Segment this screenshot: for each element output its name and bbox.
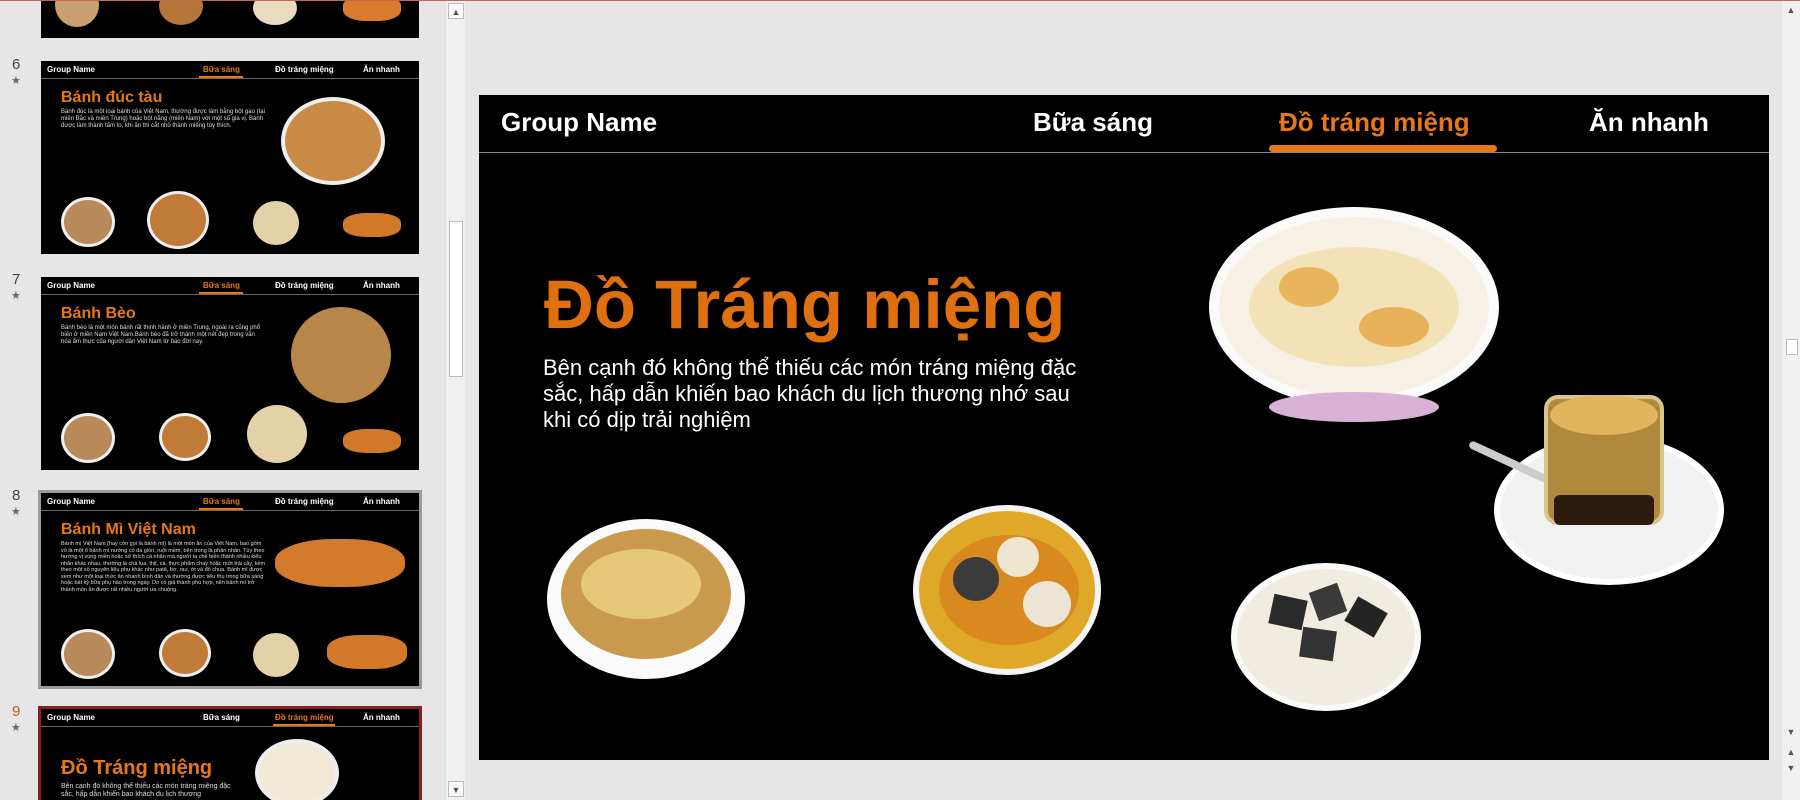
lotus-seed-dessert-image (547, 519, 745, 689)
egg-coffee-image (1464, 395, 1734, 595)
slide-number: 9 (12, 703, 21, 720)
group-name: Group Name (501, 107, 658, 137)
animation-star-icon: ★ (11, 290, 21, 302)
thumbnail-slide-7[interactable]: Group Name Bữa sáng Đồ tráng miệng Ăn nh… (41, 277, 419, 470)
nav-dessert: Đồ tráng miệng (275, 281, 334, 290)
main-scrollbar[interactable]: ▲ ▼ ▲ ▼ (1782, 1, 1800, 800)
food-image (343, 429, 401, 453)
thumbnail-body: Bánh đúc là một loại bánh của Việt Nam, … (61, 109, 265, 129)
thumbnail-slide-6[interactable]: Group Name Bữa sáng Đồ tráng miệng Ăn nh… (41, 61, 419, 254)
slide-nav-bar: Group Name Bữa sáng Đồ tráng miệng Ăn nh… (479, 95, 1769, 153)
thumbnail-title: Bánh đúc tàu (61, 89, 163, 106)
scroll-up-icon[interactable]: ▲ (448, 3, 464, 19)
food-image (253, 633, 299, 677)
food-image (255, 739, 339, 800)
slide-number: 7 (12, 271, 21, 288)
nav-dessert: Đồ tráng miệng (275, 497, 334, 506)
slide-number: 8 (12, 487, 21, 504)
thumbnail-slide-8[interactable]: Group Name Bữa sáng Đồ tráng miệng Ăn nh… (38, 490, 422, 689)
thumbnail-title: Đồ Tráng miệng (61, 757, 213, 779)
next-slide-icon[interactable]: ▼ (1784, 761, 1798, 775)
thumbnail-nav: Group Name Bữa sáng Đồ tráng miệng Ăn nh… (41, 61, 419, 79)
scroll-thumb[interactable] (1786, 339, 1798, 355)
scroll-down-icon[interactable]: ▼ (1784, 725, 1798, 739)
animation-star-icon: ★ (11, 75, 21, 87)
nav-fastfood: Ăn nhanh (363, 713, 400, 722)
nav-fastfood: Ăn nhanh (1589, 107, 1709, 137)
scroll-up-icon[interactable]: ▲ (1784, 3, 1798, 17)
thumbnail-nav: Group Name Bữa sáng Đồ tráng miệng Ăn nh… (41, 493, 419, 511)
nav-breakfast: Bữa sáng (203, 497, 240, 506)
thumbnail-slide-9[interactable]: Group Name Bữa sáng Đồ tráng miệng Ăn nh… (38, 706, 422, 800)
food-image (147, 191, 209, 249)
food-image (159, 1, 203, 25)
group-name: Group Name (47, 497, 96, 506)
nav-fastfood: Ăn nhanh (363, 281, 400, 290)
thumbnail-body: Bên cạnh đó không thể thiếu các món trán… (61, 783, 231, 798)
tofu-pudding-image (1209, 207, 1499, 429)
thumbnail-title: Bánh Bèo (61, 305, 136, 322)
food-image (275, 539, 405, 587)
nav-breakfast: Bữa sáng (203, 281, 240, 290)
nav-dessert: Đồ tráng miệng (275, 713, 334, 722)
thumbnail-body: Bánh mì Việt Nam (hay còn gọi là bánh mì… (61, 541, 266, 593)
food-image (55, 1, 99, 27)
food-image (291, 307, 391, 403)
group-name: Group Name (47, 713, 96, 722)
thumbnail-scrollbar[interactable]: ▲ ▼ (445, 1, 465, 800)
slide-canvas[interactable]: Group Name Bữa sáng Đồ tráng miệng Ăn nh… (479, 95, 1769, 760)
food-image (159, 413, 211, 461)
sesame-ball-dessert-image (913, 505, 1101, 675)
nav-fastfood: Ăn nhanh (363, 497, 400, 506)
nav-underline (199, 292, 243, 294)
food-image (159, 629, 211, 677)
food-image (343, 213, 401, 237)
scroll-down-icon[interactable]: ▼ (448, 781, 464, 797)
food-image (253, 201, 299, 245)
nav-breakfast: Bữa sáng (1033, 107, 1153, 137)
food-image (61, 413, 115, 463)
slide-thumbnail-pane[interactable]: 6 ★ Group Name Bữa sáng Đồ tráng miệng Ă… (0, 1, 445, 800)
scroll-thumb[interactable] (449, 221, 463, 377)
animation-star-icon: ★ (11, 722, 21, 734)
nav-dessert: Đồ tráng miệng (1279, 107, 1470, 137)
nav-breakfast: Bữa sáng (203, 65, 240, 74)
grass-jelly-dessert-image (1231, 563, 1421, 711)
animation-star-icon: ★ (11, 506, 21, 518)
slide-number: 6 (12, 56, 21, 73)
food-image (327, 635, 407, 669)
nav-underline (199, 508, 243, 510)
nav-underline (273, 724, 335, 726)
food-image (61, 197, 115, 247)
food-image (253, 1, 297, 25)
thumbnail-nav: Group Name Bữa sáng Đồ tráng miệng Ăn nh… (41, 277, 419, 295)
group-name: Group Name (47, 65, 96, 74)
group-name: Group Name (47, 281, 96, 290)
food-image (281, 97, 385, 185)
slide-subtitle: Bên cạnh đó không thể thiếu các món trán… (543, 355, 1077, 432)
thumbnail-nav: Group Name Bữa sáng Đồ tráng miệng Ăn nh… (41, 709, 419, 727)
thumbnail-slide-5[interactable] (41, 1, 419, 38)
nav-breakfast: Bữa sáng (203, 713, 240, 722)
nav-dessert: Đồ tráng miệng (275, 65, 334, 74)
nav-underline (199, 76, 243, 78)
food-image (61, 629, 115, 679)
food-image (343, 1, 401, 21)
previous-slide-icon[interactable]: ▲ (1784, 745, 1798, 759)
nav-fastfood: Ăn nhanh (363, 65, 400, 74)
slide-title: Đồ Tráng miệng (544, 266, 1066, 343)
thumbnail-title: Bánh Mì Việt Nam (61, 521, 196, 538)
thumbnail-body: Bánh bèo là một món bánh rất thịnh hành … (61, 325, 261, 345)
nav-active-underline (1269, 145, 1497, 152)
food-image (247, 405, 307, 463)
